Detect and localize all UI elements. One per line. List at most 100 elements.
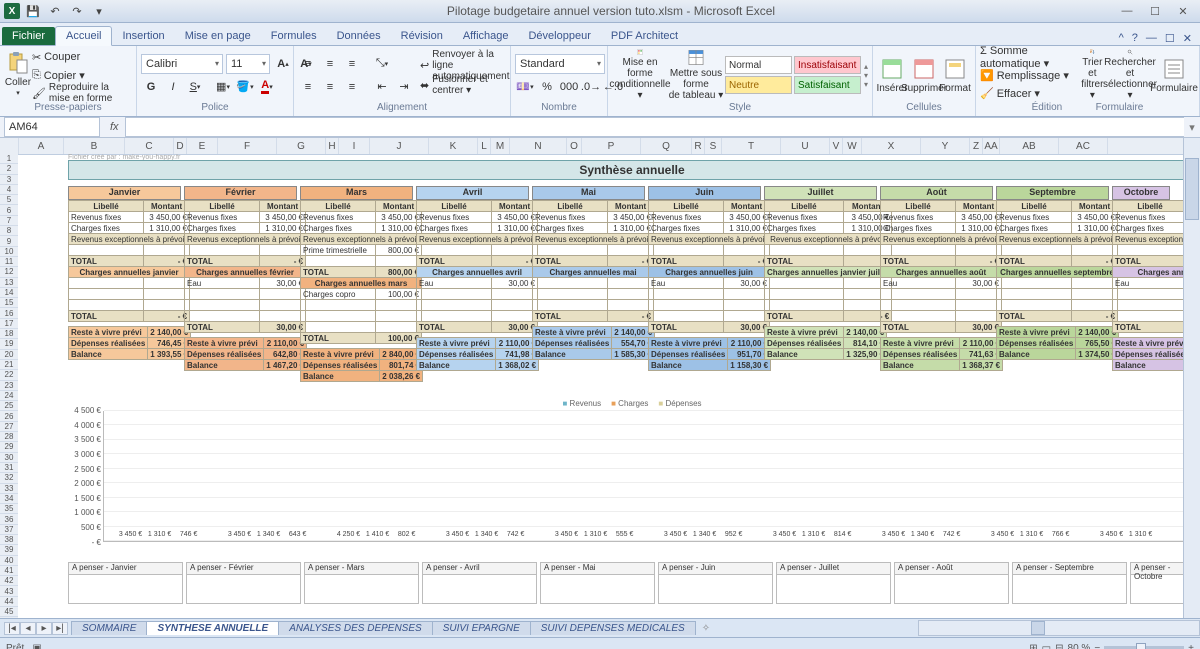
- format-as-table-button[interactable]: Mettre sous formede tableau ▾: [668, 49, 724, 101]
- form-button[interactable]: Formulaire: [1153, 49, 1195, 101]
- col-header[interactable]: N: [510, 138, 567, 154]
- sheet-tab[interactable]: SYNTHESE ANNUELLE: [146, 621, 279, 635]
- row-header[interactable]: 40: [0, 556, 18, 566]
- sheet-tab[interactable]: ANALYSES DES DEPENSES: [278, 621, 432, 635]
- font-size-select[interactable]: 11: [226, 54, 270, 74]
- col-header[interactable]: Q: [641, 138, 692, 154]
- tab-formulas[interactable]: Formules: [261, 27, 327, 45]
- align-right[interactable]: ≡: [342, 77, 362, 97]
- col-header[interactable]: Y: [921, 138, 970, 154]
- vertical-scrollbar[interactable]: [1183, 138, 1200, 618]
- horizontal-scrollbar[interactable]: [918, 620, 1200, 636]
- row-header[interactable]: 11: [0, 257, 18, 267]
- percent-button[interactable]: %: [537, 77, 557, 97]
- find-select-button[interactable]: Rechercher etsélectionner ▾: [1107, 49, 1153, 101]
- row-header[interactable]: 39: [0, 545, 18, 555]
- row-header[interactable]: 44: [0, 597, 18, 607]
- row-header[interactable]: 9: [0, 236, 18, 246]
- col-header[interactable]: Z: [970, 138, 983, 154]
- delete-cells-button[interactable]: Supprimer: [907, 49, 941, 101]
- row-header[interactable]: 13: [0, 278, 18, 288]
- tab-pdf[interactable]: PDF Architect: [601, 27, 688, 45]
- row-header[interactable]: 22: [0, 370, 18, 380]
- col-header[interactable]: F: [218, 138, 277, 154]
- style-gallery-down[interactable]: ▾: [864, 71, 868, 80]
- row-header[interactable]: 42: [0, 576, 18, 586]
- view-pagebreak[interactable]: ⊟: [1055, 643, 1063, 649]
- macro-record-icon[interactable]: ▣: [32, 643, 41, 649]
- hscroll-thumb[interactable]: [1031, 621, 1045, 635]
- workbook-restore[interactable]: ☐: [1165, 32, 1175, 45]
- font-color-button[interactable]: A▾: [257, 77, 277, 97]
- style-normal[interactable]: Normal: [725, 56, 792, 74]
- col-header[interactable]: V: [830, 138, 843, 154]
- col-header[interactable]: C: [125, 138, 174, 154]
- inc-decimal[interactable]: .0→: [581, 77, 601, 97]
- style-bad[interactable]: Insatisfaisant: [794, 56, 861, 74]
- row-header[interactable]: 12: [0, 267, 18, 277]
- number-format-select[interactable]: Standard: [515, 54, 605, 74]
- column-headers[interactable]: ABCDEFGHIJKLMNOPQRSTUVWXYZAAABAC: [0, 138, 1200, 155]
- align-center[interactable]: ≡: [320, 77, 340, 97]
- copy-button[interactable]: ⎘Copier ▾: [32, 67, 132, 84]
- row-header[interactable]: 30: [0, 453, 18, 463]
- row-header[interactable]: 37: [0, 525, 18, 535]
- col-header[interactable]: AC: [1059, 138, 1108, 154]
- row-header[interactable]: 38: [0, 535, 18, 545]
- format-cells-button[interactable]: Format: [941, 49, 969, 101]
- col-header[interactable]: L: [478, 138, 491, 154]
- help-button[interactable]: ?: [1132, 32, 1138, 45]
- orientation-button[interactable]: ⤡▾: [372, 54, 392, 74]
- row-header[interactable]: 10: [0, 247, 18, 257]
- qat-redo[interactable]: ↷: [68, 2, 86, 20]
- col-header[interactable]: H: [326, 138, 339, 154]
- sheet-tab[interactable]: SOMMAIRE: [71, 621, 147, 635]
- row-header[interactable]: 25: [0, 401, 18, 411]
- row-header[interactable]: 23: [0, 381, 18, 391]
- row-header[interactable]: 5: [0, 195, 18, 205]
- col-header[interactable]: D: [174, 138, 187, 154]
- col-header[interactable]: AB: [1000, 138, 1059, 154]
- autosum-button[interactable]: Σ Somme automatique ▾: [980, 49, 1078, 66]
- tab-layout[interactable]: Mise en page: [175, 27, 261, 45]
- sheet-nav-button[interactable]: ▸|: [52, 622, 68, 635]
- col-header[interactable]: A: [19, 138, 64, 154]
- col-header[interactable]: S: [705, 138, 722, 154]
- font-name-select[interactable]: Calibri: [141, 54, 223, 74]
- row-header[interactable]: 35: [0, 504, 18, 514]
- conditional-formatting-button[interactable]: Mise en formeconditionnelle ▾: [612, 49, 668, 101]
- row-header[interactable]: 41: [0, 566, 18, 576]
- col-header[interactable]: R: [692, 138, 705, 154]
- tab-insert[interactable]: Insertion: [112, 27, 174, 45]
- indent-increase[interactable]: ⇥: [394, 77, 414, 97]
- tab-view[interactable]: Affichage: [453, 27, 519, 45]
- zoom-level[interactable]: 80 %: [1068, 643, 1091, 649]
- merge-center-button[interactable]: ⬌Fusionner et centrer ▾: [420, 77, 509, 94]
- cut-button[interactable]: ✂Couper: [32, 49, 132, 66]
- tab-home[interactable]: Accueil: [55, 26, 112, 46]
- row-header[interactable]: 20: [0, 350, 18, 360]
- row-header[interactable]: 24: [0, 391, 18, 401]
- row-header[interactable]: 31: [0, 463, 18, 473]
- row-header[interactable]: 26: [0, 411, 18, 421]
- row-header[interactable]: 1: [0, 154, 18, 164]
- row-header[interactable]: 6: [0, 205, 18, 215]
- format-painter-button[interactable]: 🖌Reproduire la mise en forme: [32, 85, 132, 102]
- sheet-nav-button[interactable]: ◂: [20, 622, 36, 635]
- ribbon-minimize[interactable]: ^: [1119, 32, 1124, 45]
- tab-file[interactable]: Fichier: [2, 27, 55, 45]
- new-sheet-button[interactable]: ✧: [696, 623, 716, 634]
- col-header[interactable]: E: [187, 138, 218, 154]
- border-button[interactable]: ▦▾: [213, 77, 233, 97]
- style-neutral[interactable]: Neutre: [725, 76, 792, 94]
- align-bottom[interactable]: ≡: [342, 54, 362, 74]
- zoom-out[interactable]: −: [1094, 643, 1100, 649]
- worksheet-grid[interactable]: ABCDEFGHIJKLMNOPQRSTUVWXYZAAABAC 1234567…: [0, 138, 1200, 618]
- col-header[interactable]: M: [491, 138, 510, 154]
- row-header[interactable]: 19: [0, 339, 18, 349]
- col-header[interactable]: P: [582, 138, 641, 154]
- view-normal[interactable]: ⊞: [1029, 643, 1037, 649]
- fill-button[interactable]: 🔽Remplissage ▾: [980, 67, 1078, 84]
- indent-decrease[interactable]: ⇤: [372, 77, 392, 97]
- tab-developer[interactable]: Développeur: [518, 27, 600, 45]
